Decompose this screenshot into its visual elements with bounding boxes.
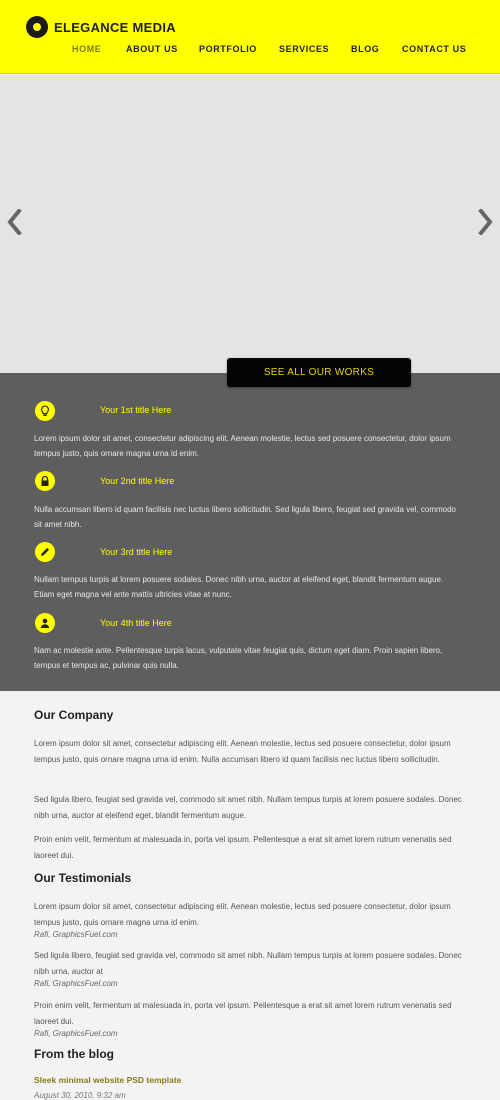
testimonial-author-3: Rafi, GraphicsFuel.com bbox=[34, 1029, 118, 1038]
logo-icon bbox=[26, 16, 48, 38]
feature-text-3: Nullam tempus turpis at lorem posuere so… bbox=[34, 575, 444, 599]
testimonial-author-2: Rafi, GraphicsFuel.com bbox=[34, 979, 118, 988]
lock-icon bbox=[35, 471, 55, 491]
testimonial-text-2: Sed ligula libero, feugiat sed gravida v… bbox=[34, 951, 462, 976]
lightbulb-icon bbox=[35, 401, 55, 421]
blog-title: From the blog bbox=[34, 1047, 114, 1061]
see-all-works-button[interactable]: SEE ALL OUR WORKS bbox=[227, 358, 411, 387]
nav-contact-us[interactable]: CONTACT US bbox=[402, 44, 466, 54]
brand-name: ELEGANCE MEDIA bbox=[54, 19, 176, 35]
feature-text-2: Nulla accumsan libero id quam facilisis … bbox=[34, 505, 456, 529]
site-header: ELEGANCE MEDIA HOME ABOUT US PORTFOLIO S… bbox=[0, 0, 500, 74]
company-paragraph-3: Proin enim velit, fermentum at malesuada… bbox=[34, 835, 452, 860]
testimonial-author-1: Rafi, GraphicsFuel.com bbox=[34, 930, 118, 939]
chevron-left-icon bbox=[7, 208, 22, 236]
logo[interactable]: ELEGANCE MEDIA bbox=[26, 16, 176, 38]
testimonials-title: Our Testimonials bbox=[34, 871, 132, 885]
nav-services[interactable]: SERVICES bbox=[279, 44, 329, 54]
feature-title-3: Your 3rd title Here bbox=[100, 547, 173, 557]
nav-blog[interactable]: BLOG bbox=[351, 44, 379, 54]
hero-slider bbox=[0, 75, 500, 373]
nav-about-us[interactable]: ABOUT US bbox=[126, 44, 178, 54]
feature-text-1: Lorem ipsum dolor sit amet, consectetur … bbox=[34, 434, 451, 458]
company-paragraph-2: Sed ligula libero, feugiat sed gravida v… bbox=[34, 795, 462, 820]
main-content: Our Company Lorem ipsum dolor sit amet, … bbox=[0, 691, 500, 1100]
feature-text-4: Nam ac molestie ante. Pellentesque turpi… bbox=[34, 646, 443, 670]
feature-title-1: Your 1st title Here bbox=[100, 405, 172, 415]
slider-next-button[interactable] bbox=[478, 208, 494, 236]
blog-post-date: August 30, 2010, 9:32 am bbox=[34, 1091, 126, 1100]
testimonial-text-3: Proin enim velit, fermentum at malesuada… bbox=[34, 1001, 452, 1026]
slider-prev-button[interactable] bbox=[6, 208, 22, 236]
feature-title-4: Your 4th title Here bbox=[100, 618, 172, 628]
company-paragraph-1: Lorem ipsum dolor sit amet, consectetur … bbox=[34, 739, 451, 764]
main-nav: HOME ABOUT US PORTFOLIO SERVICES BLOG CO… bbox=[0, 44, 500, 58]
nav-home[interactable]: HOME bbox=[72, 44, 101, 54]
testimonial-text-1: Lorem ipsum dolor sit amet, consectetur … bbox=[34, 902, 451, 927]
chevron-right-icon bbox=[478, 208, 493, 236]
nav-portfolio[interactable]: PORTFOLIO bbox=[199, 44, 257, 54]
features-section: Your 1st title Here Lorem ipsum dolor si… bbox=[0, 373, 500, 691]
feature-title-2: Your 2nd title Here bbox=[100, 476, 175, 486]
company-title: Our Company bbox=[34, 708, 114, 722]
pencil-icon bbox=[35, 542, 55, 562]
user-icon bbox=[35, 613, 55, 633]
blog-post-title-link[interactable]: Sleek minimal website PSD template bbox=[34, 1075, 181, 1085]
